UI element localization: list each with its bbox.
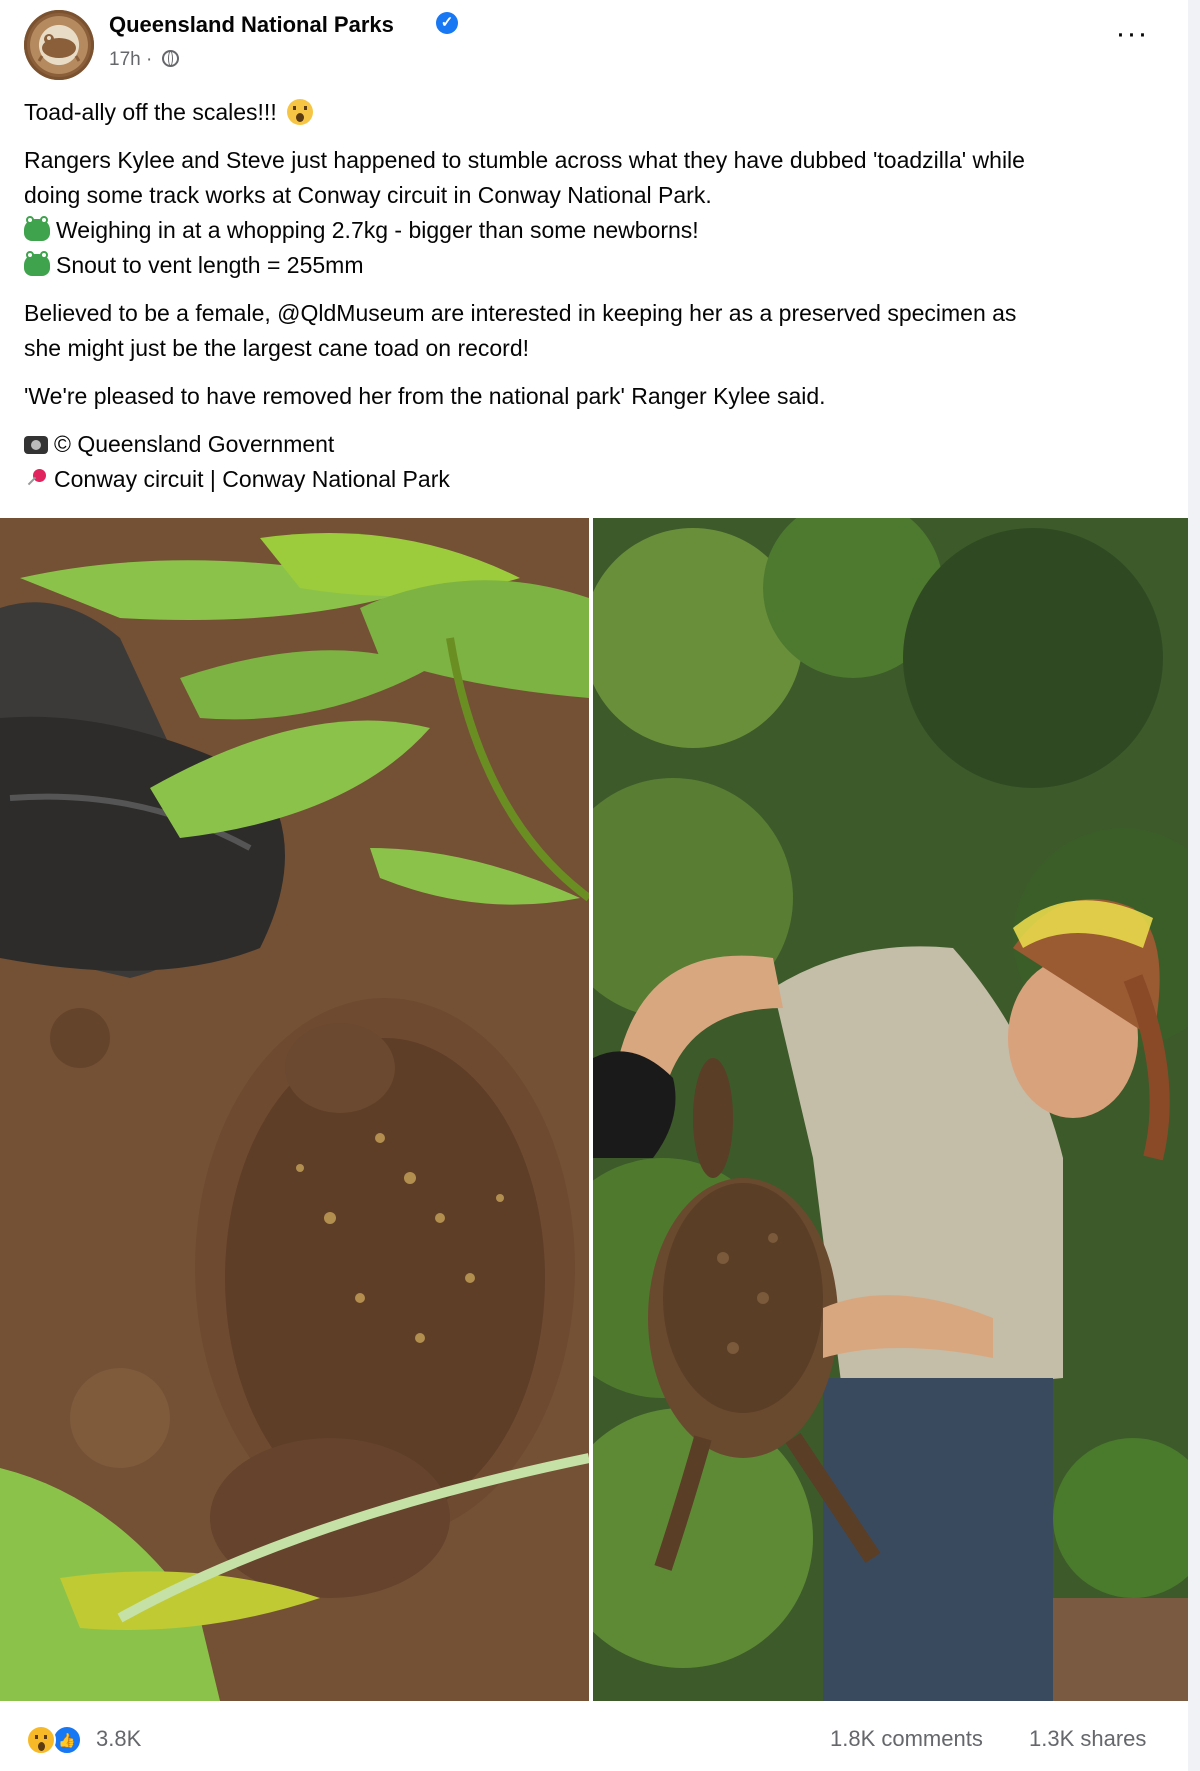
- more-options-button[interactable]: ···: [1110, 19, 1154, 60]
- verified-badge-icon: ✓: [436, 12, 458, 34]
- post-paragraph-line: Rangers Kylee and Steve just happened to…: [24, 147, 1025, 173]
- post-location-text: Conway circuit | Conway National Park: [54, 466, 450, 492]
- frog-emoji-icon: [24, 216, 50, 241]
- reaction-icons[interactable]: 👍: [26, 1725, 88, 1755]
- post-paragraph-line: doing some track works at Conway circuit…: [24, 182, 712, 208]
- post-meta: 17h ·: [109, 49, 179, 71]
- frog-emoji-icon: [24, 251, 50, 276]
- post-timestamp[interactable]: 17h ·: [109, 49, 152, 70]
- post-footer: 👍 3.8K 1.8K comments 1.3K shares: [0, 1712, 1188, 1771]
- post-headline: Toad-ally off the scales!!!: [24, 99, 277, 125]
- ranger-photo-image: [593, 518, 1188, 1701]
- pushpin-emoji-icon: [24, 468, 48, 490]
- reaction-count[interactable]: 3.8K: [96, 1726, 141, 1752]
- shocked-face-emoji-icon: [287, 99, 314, 125]
- camera-emoji-icon: [24, 436, 48, 454]
- photo-ranger-holding-toad[interactable]: [593, 518, 1188, 1701]
- toad-photo-image: [0, 518, 589, 1701]
- shares-count-link[interactable]: 1.3K shares: [1029, 1726, 1146, 1752]
- post-body: Toad-ally off the scales!!! Rangers Kyle…: [24, 95, 1169, 510]
- page-background-edge: [1188, 0, 1200, 1771]
- facebook-post: Queensland National Parks ✓ 17h · ··· To…: [0, 0, 1188, 1771]
- fact-weight-text: Weighing in at a whopping 2.7kg - bigger…: [56, 217, 699, 243]
- wow-reaction-icon: [26, 1725, 56, 1755]
- toad-logo-icon: [37, 34, 81, 62]
- like-reaction-icon: 👍: [52, 1725, 82, 1755]
- photo-grid: [0, 518, 1188, 1701]
- page-name-link[interactable]: Queensland National Parks: [109, 12, 394, 38]
- comments-count-link[interactable]: 1.8K comments: [830, 1726, 983, 1752]
- photo-credit: © Queensland Government: [24, 427, 1169, 462]
- globe-icon[interactable]: [161, 50, 179, 67]
- photo-credit-text: © Queensland Government: [54, 431, 335, 457]
- page-avatar[interactable]: [24, 10, 94, 80]
- post-header: Queensland National Parks ✓ 17h · ···: [24, 10, 1174, 80]
- post-location: Conway circuit | Conway National Park: [24, 462, 1169, 497]
- post-quote: 'We're pleased to have removed her from …: [24, 383, 826, 409]
- post-paragraph-line: Believed to be a female, @QldMuseum are …: [24, 300, 1017, 326]
- fact-weight: Weighing in at a whopping 2.7kg - bigger…: [24, 213, 1169, 248]
- fact-length-text: Snout to vent length = 255mm: [56, 252, 364, 278]
- post-paragraph-line: she might just be the largest cane toad …: [24, 335, 530, 361]
- fact-length: Snout to vent length = 255mm: [24, 248, 1169, 283]
- photo-toad-on-ground[interactable]: [0, 518, 589, 1701]
